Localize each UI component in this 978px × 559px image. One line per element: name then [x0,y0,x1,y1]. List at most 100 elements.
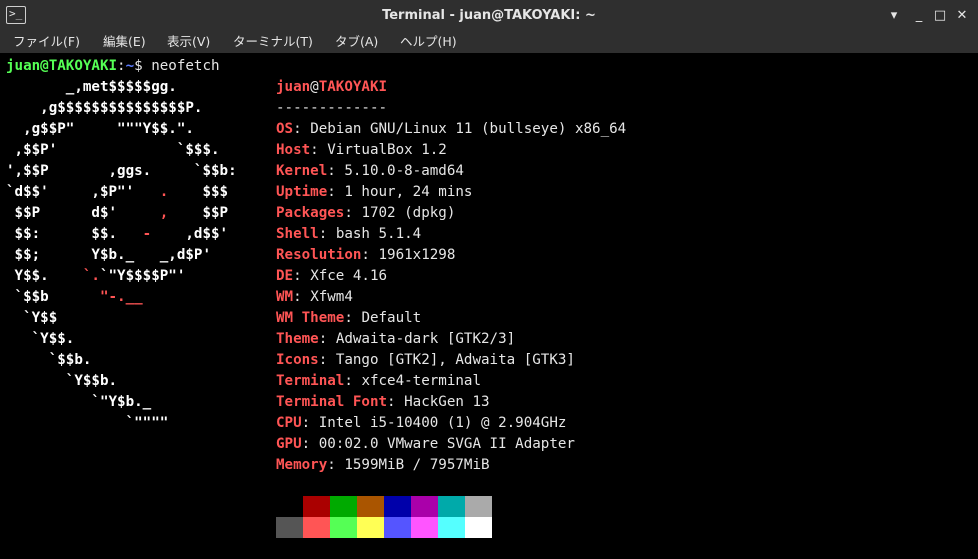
info-key: GPU [276,436,302,452]
ascii-segment: `. [82,268,100,284]
info-at: @ [310,79,319,95]
info-key: Memory [276,457,328,473]
info-key: Theme [276,331,319,347]
info-colon: : [318,352,336,368]
ascii-line: `Y$$. [6,329,75,350]
ascii-line: ',$$P ,ggs. `$$b: [6,161,237,182]
info-value: Adwaita-dark [GTK2/3] [335,331,516,347]
info-key: Icons [276,352,319,368]
prompt-symbol: $ [134,58,143,74]
ascii-line: $$: $$. - ,d$$' [6,224,229,245]
color-swatch [357,517,384,538]
info-value: 00:02.0 VMware SVGA II Adapter [318,436,575,452]
info-host: TAKOYAKI [318,79,388,95]
menu-view[interactable]: 表示(V) [167,34,210,50]
info-key: WM [276,289,294,305]
prompt-colon: : [117,58,126,74]
ascii-segment: _,met$$$$$gg. [6,79,177,95]
info-value: Tango [GTK2], Adwaita [GTK3] [335,352,575,368]
ascii-segment: `"Y$$$$P"' [99,268,186,284]
ascii-line: ,g$$$$$$$$$$$$$$$P. [6,98,202,119]
ascii-segment: `d$$' ,$P"' [6,184,160,200]
info-row: Resolution: 1961x1298 [276,245,455,266]
ascii-line: `$$b "-.__ [6,287,143,308]
info-colon: : [293,121,311,137]
info-row: Terminal: xfce4-terminal [276,371,481,392]
ascii-line: `Y$$ [6,308,57,329]
color-swatch [330,517,357,538]
prompt-line: juan@TAKOYAKI:~$ neofetch [6,56,220,77]
info-row: OS: Debian GNU/Linux 11 (bullseye) x86_6… [276,119,626,140]
ascii-segment: `$$b [6,289,100,305]
ascii-segment: `$$b. [6,352,92,368]
ascii-segment: ,d$$' [151,226,229,242]
info-row: Memory: 1599MiB / 7957MiB [276,455,490,476]
info-value: 1702 (dpkg) [361,205,456,221]
ascii-line: Y$$. `.`"Y$$$$P"' [6,266,186,287]
color-swatch [384,517,411,538]
info-row: WM: Xfwm4 [276,287,353,308]
info-colon: : [387,394,405,410]
ascii-segment: ,$$P' `$$$. [6,142,220,158]
ascii-segment: ,g$$P" """Y$$.". [6,121,194,137]
info-colon: : [310,142,328,158]
info-value: Debian GNU/Linux 11 (bullseye) x86_64 [310,121,627,137]
info-key: Uptime [276,184,328,200]
ascii-line: `d$$' ,$P"' . $$$ [6,182,228,203]
info-colon: : [318,226,336,242]
ascii-line: `"Y$b._ [6,392,151,413]
info-row: DE: Xfce 4.16 [276,266,387,287]
menu-bar: ファイル(F) 編集(E) 表示(V) ターミナル(T) タブ(A) ヘルプ(H… [0,31,978,53]
ascii-line: ,g$$P" """Y$$.". [6,119,194,140]
info-key: WM Theme [276,310,345,326]
ascii-line: _,met$$$$$gg. [6,77,177,98]
info-key: Terminal [276,373,345,389]
ascii-segment: $$P d$' [6,205,160,221]
info-value: xfce4-terminal [361,373,482,389]
info-key: Packages [276,205,345,221]
title-bar[interactable]: >_ Terminal - juan@TAKOYAKI: ~ ▾ _ □ ✕ [0,0,978,31]
info-colon: : [327,184,345,200]
info-colon: : [301,436,319,452]
info-row: Icons: Tango [GTK2], Adwaita [GTK3] [276,350,575,371]
ascii-line: `"""" [6,413,169,434]
close-icon[interactable]: ✕ [952,6,972,26]
info-key: Resolution [276,247,362,263]
info-value: 1 hour, 24 mins [344,184,473,200]
info-row: WM Theme: Default [276,308,421,329]
ascii-segment: ',$$P ,ggs. `$$b: [6,163,237,179]
ascii-segment: - [142,226,152,242]
ascii-line: `$$b. [6,350,92,371]
info-value: bash 5.1.4 [335,226,422,242]
prompt-path: ~ [125,58,135,74]
info-row: Packages: 1702 (dpkg) [276,203,455,224]
menu-file[interactable]: ファイル(F) [13,34,80,50]
color-swatch [411,496,438,517]
color-swatch [303,517,330,538]
terminal-output[interactable]: juan@TAKOYAKI:~$ neofetch _,met$$$$$gg. … [0,53,978,559]
ascii-line: $$P d$' , $$P [6,203,229,224]
info-key: Shell [276,226,319,242]
info-row: GPU: 00:02.0 VMware SVGA II Adapter [276,434,575,455]
info-colon: : [327,163,345,179]
prompt-command: neofetch [142,58,220,74]
info-value: VirtualBox 1.2 [327,142,447,158]
minimize-icon[interactable]: _ [909,6,929,26]
ascii-segment: Y$$. [6,268,83,284]
maximize-icon[interactable]: □ [930,6,950,26]
color-swatch [276,517,303,538]
info-row: Shell: bash 5.1.4 [276,224,421,245]
info-value: 1599MiB / 7957MiB [344,457,490,473]
window-menu-icon[interactable]: ▾ [884,6,904,26]
info-value: Xfwm4 [310,289,353,305]
menu-edit[interactable]: 編集(E) [103,34,146,50]
info-colon: : [327,457,345,473]
ascii-line: $$; Y$b._ _,d$P' [6,245,211,266]
info-value: HackGen 13 [404,394,490,410]
menu-terminal[interactable]: ターミナル(T) [233,34,313,50]
info-colon: : [344,310,362,326]
info-value: 5.10.0-8-amd64 [344,163,464,179]
menu-tabs[interactable]: タブ(A) [335,34,378,50]
menu-help[interactable]: ヘルプ(H) [400,34,457,50]
info-colon: : [344,373,362,389]
